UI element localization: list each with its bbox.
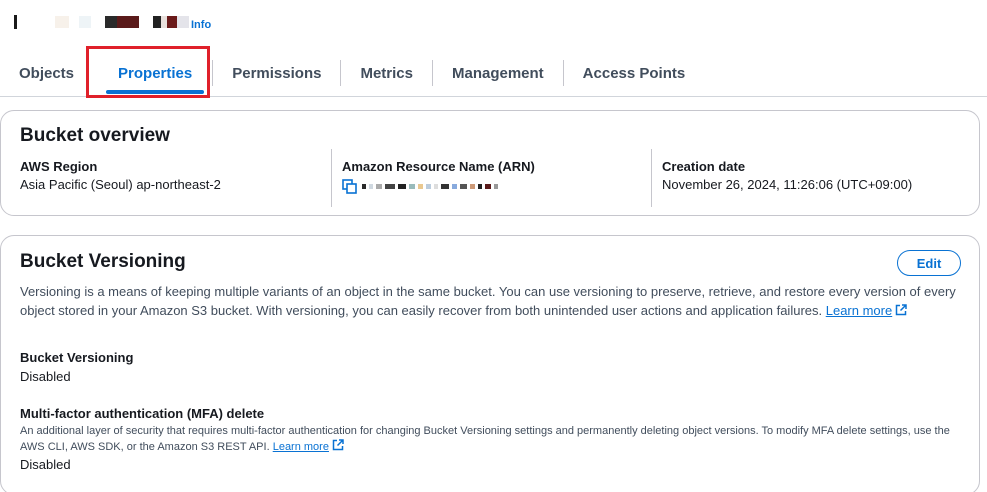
- bucket-name-redacted: [14, 12, 189, 32]
- mfa-description-text: An additional layer of security that req…: [20, 425, 950, 453]
- arn-column: Amazon Resource Name (ARN): [331, 149, 651, 207]
- creation-column: Creation date November 26, 2024, 11:26:0…: [651, 149, 979, 207]
- tab-bar: Objects Properties Permissions Metrics M…: [0, 50, 987, 97]
- tab-label: Objects: [19, 64, 75, 82]
- arn-value-redacted: [362, 183, 501, 189]
- tab-label: Management: [451, 64, 544, 82]
- versioning-status-value: Disabled: [20, 369, 71, 384]
- page: Info Objects Properties Permissions Metr…: [0, 0, 987, 492]
- mfa-learn-more-label: Learn more: [272, 441, 329, 453]
- mfa-description: An additional layer of security that req…: [20, 424, 955, 455]
- overview-columns: AWS Region Asia Pacific (Seoul) ap-north…: [1, 149, 979, 207]
- info-link[interactable]: Info: [191, 19, 211, 31]
- mfa-delete-value: Disabled: [20, 457, 71, 472]
- bucket-title-row: Info: [0, 8, 211, 36]
- learn-more-label: Learn more: [825, 303, 893, 318]
- versioning-status-label: Bucket Versioning: [20, 350, 134, 365]
- tab-permissions[interactable]: Permissions: [213, 50, 340, 96]
- versioning-description: Versioning is a means of keeping multipl…: [20, 282, 960, 320]
- learn-more-link[interactable]: Learn more: [826, 303, 907, 318]
- edit-button[interactable]: Edit: [897, 250, 961, 276]
- tab-label: Properties: [118, 64, 193, 82]
- region-label: AWS Region: [20, 159, 98, 174]
- region-column: AWS Region Asia Pacific (Seoul) ap-north…: [1, 149, 331, 207]
- mfa-delete-label: Multi-factor authentication (MFA) delete: [20, 406, 265, 421]
- bucket-overview-panel: Bucket overview AWS Region Asia Pacific …: [0, 110, 980, 216]
- tab-objects[interactable]: Objects: [0, 50, 93, 96]
- tab-label: Metrics: [360, 64, 413, 82]
- tab-metrics[interactable]: Metrics: [341, 50, 432, 96]
- bucket-versioning-title: Bucket Versioning: [20, 251, 186, 272]
- copy-icon[interactable]: [342, 179, 358, 195]
- bucket-overview-title: Bucket overview: [20, 125, 170, 146]
- active-tab-indicator: [106, 90, 205, 94]
- mfa-learn-more-link[interactable]: Learn more: [272, 439, 344, 453]
- tab-access-points[interactable]: Access Points: [564, 50, 705, 96]
- versioning-description-text: Versioning is a means of keeping multipl…: [20, 284, 956, 318]
- bucket-versioning-panel: Bucket Versioning Edit Versioning is a m…: [0, 235, 980, 492]
- tab-label: Permissions: [232, 64, 322, 82]
- creation-value: November 26, 2024, 11:26:06 (UTC+09:00): [662, 177, 913, 192]
- arn-label: Amazon Resource Name (ARN): [342, 159, 535, 174]
- tab-label: Access Points: [582, 64, 686, 82]
- arn-row: [342, 177, 632, 195]
- creation-label: Creation date: [662, 159, 746, 174]
- tab-management[interactable]: Management: [433, 50, 563, 96]
- tab-properties[interactable]: Properties: [98, 50, 212, 96]
- external-link-icon: [895, 304, 907, 316]
- region-value: Asia Pacific (Seoul) ap-northeast-2: [20, 177, 221, 192]
- external-link-icon: [332, 439, 344, 451]
